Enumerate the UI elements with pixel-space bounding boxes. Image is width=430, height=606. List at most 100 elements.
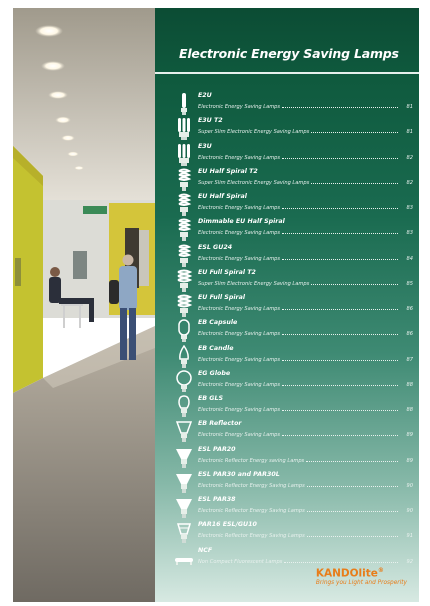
item-page-number: 83 bbox=[406, 205, 413, 211]
full-spiral-lamp-icon bbox=[177, 294, 193, 317]
item-name: PAR16 ESL/GU10 bbox=[198, 521, 257, 529]
dot-leader bbox=[306, 460, 398, 462]
item-description: Electronic Reflector Energy Saving Lamps bbox=[198, 482, 305, 489]
item-description: Super Slim Electronic Energy Saving Lamp… bbox=[198, 179, 310, 186]
item-name: ESL PAR20 bbox=[198, 445, 236, 453]
par-lamp-icon bbox=[176, 499, 192, 518]
item-name: EG Globe bbox=[198, 369, 231, 377]
item-description: Electronic Energy Saving Lamps bbox=[198, 381, 281, 388]
item-description-line: Electronic Energy Saving Lamps 86 bbox=[198, 303, 413, 312]
dot-leader bbox=[282, 410, 398, 411]
item-name: ESL PAR30 and PAR30L bbox=[198, 470, 280, 478]
reflector-lamp-icon bbox=[175, 421, 193, 443]
item-description-line: Electronic Reflector Energy saving Lamps… bbox=[198, 455, 413, 464]
item-description-line: Electronic Energy Saving Lamps 87 bbox=[198, 354, 413, 363]
list-item: ESL PAR20 Electronic Reflector Energy sav… bbox=[155, 446, 419, 470]
dot-leader bbox=[306, 485, 398, 487]
item-description-line: Electronic Energy Saving Lamps 83 bbox=[198, 227, 413, 236]
item-page-number: 88 bbox=[406, 407, 413, 413]
page-title: Electronic Energy Saving Lamps bbox=[179, 46, 399, 61]
list-item: E3U T2 Super Slim Electronic Energy Savin… bbox=[155, 117, 419, 141]
item-description-line: Electronic Reflector Energy Saving Lamps… bbox=[198, 480, 413, 489]
list-item: EB Reflector Electronic Energy Saving Lam… bbox=[155, 420, 419, 444]
item-description: Non Compact Fluorescent Lamps bbox=[198, 558, 283, 565]
item-description-line: Electronic Reflector Energy Saving Lamps… bbox=[198, 505, 413, 514]
list-item: EU Full Spiral T2 Super Slim Electronic E… bbox=[155, 269, 419, 293]
item-description: Electronic Energy Saving Lamps bbox=[198, 255, 281, 262]
candle-lamp-icon bbox=[179, 344, 189, 368]
item-page-number: 84 bbox=[406, 255, 413, 262]
list-item: EB Candle Electronic Energy Saving Lamps 8… bbox=[155, 344, 419, 369]
item-page-number: 86 bbox=[406, 331, 413, 338]
item-description: Super Slim Electronic Energy Saving Lamp… bbox=[198, 129, 310, 136]
item-page-number: 87 bbox=[406, 356, 413, 363]
dot-leader bbox=[282, 359, 398, 361]
triple-u-lamp-icon bbox=[178, 143, 190, 166]
cover-photo bbox=[13, 8, 155, 602]
capsule-lamp-icon bbox=[178, 319, 190, 343]
item-page-number: 90 bbox=[406, 508, 413, 514]
list-item: E2U Electronic Energy Saving Lamps 81 bbox=[155, 92, 419, 116]
item-description-line: Super Slim Electronic Energy Saving Lamp… bbox=[198, 126, 413, 135]
item-page-number: 89 bbox=[406, 432, 413, 439]
par-lamp-icon bbox=[176, 473, 192, 493]
dot-leader bbox=[282, 157, 398, 159]
dot-leader bbox=[306, 511, 398, 512]
item-description: Electronic Energy Saving Lamps bbox=[198, 306, 281, 312]
item-name: EB GLS bbox=[198, 395, 224, 402]
item-description: Electronic Energy Saving Lamps bbox=[198, 356, 281, 363]
dot-leader bbox=[282, 384, 398, 386]
item-description-line: Super Slim Electronic Energy Saving Lamp… bbox=[198, 278, 413, 287]
spiral-lamp-icon bbox=[178, 168, 192, 191]
list-item: E3U Electronic Energy Saving Lamps 82 bbox=[155, 143, 419, 167]
item-description-line: Electronic Energy Saving Lamps 88 bbox=[198, 404, 413, 413]
registered-mark: ® bbox=[377, 566, 384, 574]
triple-u-lamp-icon bbox=[178, 118, 190, 141]
item-page-number: 85 bbox=[406, 280, 413, 287]
item-page-number: 82 bbox=[406, 179, 413, 186]
item-page-number: 86 bbox=[406, 306, 413, 312]
dot-leader bbox=[282, 208, 398, 209]
item-description: Electronic Energy Saving Lamps bbox=[198, 331, 281, 338]
item-name: EU Half Spiral bbox=[198, 193, 247, 200]
list-item: ESL PAR38 Electronic Reflector Energy Sav… bbox=[155, 496, 419, 520]
dot-leader bbox=[282, 334, 398, 336]
item-name: EB Capsule bbox=[198, 319, 238, 327]
title-divider bbox=[155, 72, 419, 74]
gls-lamp-icon bbox=[178, 395, 190, 417]
stick-lamp-icon bbox=[181, 93, 187, 115]
list-item: EB GLS Electronic Energy Saving Lamps 88 bbox=[155, 395, 419, 419]
par16-lamp-icon bbox=[176, 523, 192, 544]
dot-leader bbox=[282, 309, 398, 310]
item-name: EB Candle bbox=[198, 344, 234, 352]
dot-leader bbox=[282, 258, 398, 260]
item-name: EU Full Spiral bbox=[198, 294, 246, 301]
product-index-panel: Electronic Energy Saving Lamps E2U Electr… bbox=[155, 8, 419, 602]
item-name: ESL GU24 bbox=[198, 243, 233, 251]
item-name: E2U bbox=[198, 92, 212, 99]
dot-leader bbox=[311, 132, 398, 134]
dot-leader bbox=[284, 561, 398, 563]
dot-leader bbox=[282, 435, 398, 437]
item-description: Super Slim Electronic Energy Saving Lamp… bbox=[198, 280, 310, 287]
item-name: EB Reflector bbox=[198, 420, 242, 428]
spiral-lamp-icon bbox=[178, 193, 192, 216]
item-name: EU Full Spiral T2 bbox=[198, 268, 256, 276]
item-description: Electronic Energy Saving Lamps bbox=[198, 154, 281, 161]
dot-leader bbox=[282, 107, 398, 108]
item-description-line: Super Slim Electronic Energy Saving Lamp… bbox=[198, 177, 413, 186]
item-description-line: Electronic Energy Saving Lamps 83 bbox=[198, 202, 413, 211]
item-description: Electronic Energy Saving Lamps bbox=[198, 205, 281, 211]
item-description: Electronic Reflector Energy saving Lamps bbox=[198, 457, 305, 464]
brand-name: KANDOlite® bbox=[315, 566, 384, 580]
list-item: ESL GU24 Electronic Energy Saving Lamps 84 bbox=[155, 244, 419, 268]
list-item: EU Half Spiral Electronic Energy Saving L… bbox=[155, 193, 419, 217]
office-corridor-photo bbox=[13, 8, 155, 602]
list-item: ESL PAR30 and PAR30L Electronic Reflector… bbox=[155, 471, 419, 495]
item-description: Electronic Energy Saving Lamps bbox=[198, 230, 281, 237]
spiral-lamp-icon bbox=[178, 218, 192, 242]
item-description: Electronic Reflector Energy Saving Lamps bbox=[198, 508, 305, 514]
item-description: Electronic Reflector Energy Saving Lamps bbox=[198, 533, 305, 540]
item-page-number: 81 bbox=[406, 104, 413, 110]
item-description: Electronic Energy Saving Lamps bbox=[198, 432, 281, 439]
